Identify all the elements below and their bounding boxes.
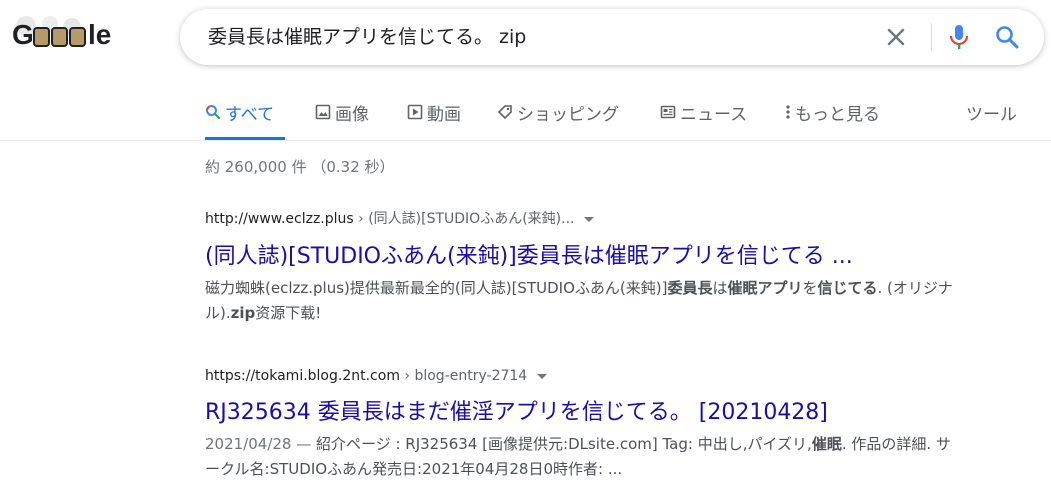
- search-icon: [205, 100, 221, 130]
- result-domain: https://tokami.blog.2nt.com: [205, 368, 400, 384]
- search-divider: [931, 23, 932, 51]
- more-vert-icon: [785, 100, 791, 130]
- result-url[interactable]: https://tokami.blog.2nt.com › blog-entry…: [205, 368, 975, 384]
- result-date: 2021/04/28 —: [205, 435, 316, 453]
- result-url[interactable]: http://www.eclzz.plus › (同人誌)[STUDIOふあん(…: [205, 208, 975, 228]
- microphone-icon[interactable]: [947, 23, 971, 51]
- tab-label: ニュース: [680, 105, 748, 125]
- search-result: http://www.eclzz.plus › (同人誌)[STUDIOふあん(…: [205, 208, 975, 326]
- tab-label: ショッピング: [517, 105, 619, 125]
- tab-images[interactable]: 画像: [315, 100, 369, 142]
- svg-text:G: G: [12, 19, 34, 50]
- tab-shopping[interactable]: ショッピング: [497, 100, 619, 142]
- tab-label: 画像: [335, 105, 369, 125]
- snippet-highlight: 催眠アプリ: [727, 279, 803, 297]
- search-result: https://tokami.blog.2nt.com › blog-entry…: [205, 368, 975, 482]
- tab-label: ツール: [966, 105, 1017, 125]
- tab-label: すべて: [225, 105, 275, 125]
- search-icon[interactable]: [994, 24, 1020, 50]
- result-stats: 約 260,000 件 （0.32 秒）: [205, 158, 395, 176]
- snippet-text: 紹介ページ : RJ325634 [画像提供元:DLsite.com] Tag:…: [316, 435, 812, 453]
- result-domain: http://www.eclzz.plus: [205, 211, 354, 227]
- snippet-text: は: [712, 279, 728, 297]
- svg-text:le: le: [88, 19, 111, 50]
- snippet-text: 磁力蜘蛛(eclzz.plus)提供最新最全的(同人誌)[STUDIOふあん(来…: [205, 279, 668, 297]
- snippet-highlight: 催眠: [811, 435, 842, 453]
- google-logo[interactable]: G le: [10, 14, 130, 54]
- image-icon: [315, 100, 331, 130]
- chevron-down-icon[interactable]: [584, 216, 595, 222]
- result-snippet: 磁力蜘蛛(eclzz.plus)提供最新最全的(同人誌)[STUDIOふあん(来…: [205, 276, 965, 326]
- snippet-highlight: 委員長: [667, 279, 713, 297]
- result-title[interactable]: RJ325634 委員長はまだ催淫アプリを信じてる。 [20210428]: [205, 394, 975, 426]
- result-breadcrumb: › (同人誌)[STUDIOふあん(来鈍)...: [353, 211, 575, 227]
- tab-videos[interactable]: 動画: [407, 100, 461, 142]
- snippet-text: 资源下载!: [255, 304, 322, 322]
- result-title[interactable]: (同人誌)[STUDIOふあん(来鈍)]委員長は催眠アプリを信じてる ...: [205, 238, 975, 270]
- tab-label: もっと見る: [795, 105, 880, 125]
- tab-all[interactable]: すべて: [205, 100, 274, 142]
- close-icon[interactable]: [884, 25, 908, 49]
- result-breadcrumb: › blog-entry-2714: [399, 368, 528, 384]
- search-input[interactable]: 委員長は催眠アプリを信じてる。 zip: [208, 9, 526, 65]
- tab-news[interactable]: ニュース: [660, 100, 747, 142]
- tab-label: 動画: [427, 105, 461, 125]
- snippet-text: を: [802, 279, 818, 297]
- result-snippet: 2021/04/28 — 紹介ページ : RJ325634 [画像提供元:DLs…: [205, 432, 965, 482]
- snippet-highlight: 信じてる: [817, 279, 878, 297]
- tab-more[interactable]: もっと見る: [785, 100, 880, 142]
- tag-icon: [497, 100, 513, 130]
- tabs-divider: [0, 140, 1051, 141]
- video-icon: [407, 100, 423, 130]
- news-icon: [660, 100, 676, 130]
- chevron-down-icon[interactable]: [537, 373, 548, 379]
- snippet-highlight: zip: [230, 304, 256, 322]
- search-box[interactable]: 委員長は催眠アプリを信じてる。 zip: [180, 9, 1044, 65]
- tab-tools[interactable]: ツール: [966, 100, 1017, 142]
